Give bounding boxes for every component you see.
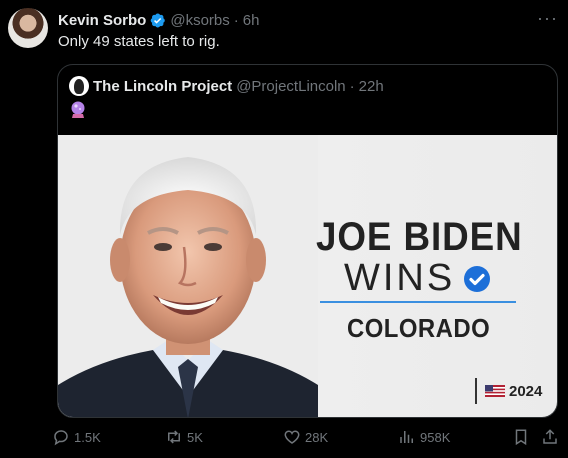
tweet-header: Kevin Sorbo @ksorbs · 6h (58, 10, 259, 30)
author-handle[interactable]: @ksorbs (170, 12, 229, 29)
reply-icon (54, 430, 68, 446)
year-text: 2024 (509, 382, 543, 400)
author-name[interactable]: Kevin Sorbo (58, 12, 146, 29)
quoted-image[interactable]: JOE BIDEN WINS COLORADO 2024 (58, 135, 557, 417)
action-bar: 1.5K 5K 28K 958K (52, 428, 562, 450)
heart-icon (284, 430, 300, 444)
headline-state: COLORADO (347, 313, 491, 343)
views-icon (400, 431, 413, 443)
like-count: 28K (305, 429, 329, 445)
quoted-header: The Lincoln Project @ProjectLincoln · 22… (69, 76, 384, 96)
separator-dot: · (349, 77, 355, 95)
us-flag-icon (485, 385, 505, 397)
year-badge: 2024 (475, 378, 542, 404)
more-horizontal-icon[interactable]: ··· (537, 8, 558, 29)
headline-name: JOE BIDEN (316, 215, 523, 259)
quoted-tweet[interactable]: The Lincoln Project @ProjectLincoln · 22… (57, 64, 558, 418)
share-button[interactable] (541, 428, 563, 446)
quoted-author-name: The Lincoln Project (93, 77, 233, 95)
verified-badge-icon (151, 13, 166, 27)
tweet-text: Only 49 states left to rig. (58, 33, 220, 50)
quoted-author-handle: @ProjectLincoln (236, 77, 346, 95)
bookmark-button[interactable] (512, 428, 534, 446)
checkmark-circle-icon (464, 265, 491, 292)
share-icon (543, 429, 557, 444)
repost-count: 5K (187, 429, 203, 445)
bookmark-icon (515, 429, 527, 446)
headline-wins-text: WINS (344, 257, 456, 299)
separator-dot: · (233, 11, 239, 29)
portrait-photo (58, 135, 318, 417)
reply-count: 1.5K (74, 429, 101, 445)
headline-divider (320, 301, 516, 303)
author-avatar[interactable] (8, 8, 48, 48)
headline-wins: WINS (344, 257, 491, 300)
views-button[interactable]: 958K (398, 428, 450, 446)
repost-icon (168, 430, 180, 444)
like-button[interactable]: 28K (283, 428, 328, 446)
repost-button[interactable]: 5K (165, 428, 203, 446)
quoted-avatar (69, 76, 89, 96)
crystal-ball-icon (71, 101, 85, 118)
quoted-post-time: 22h (358, 77, 384, 95)
views-count: 958K (420, 429, 451, 445)
post-time[interactable]: 6h (243, 12, 260, 29)
reply-button[interactable]: 1.5K (52, 428, 101, 446)
tweet[interactable]: Kevin Sorbo @ksorbs · 6h ··· Only 49 sta… (0, 0, 568, 458)
